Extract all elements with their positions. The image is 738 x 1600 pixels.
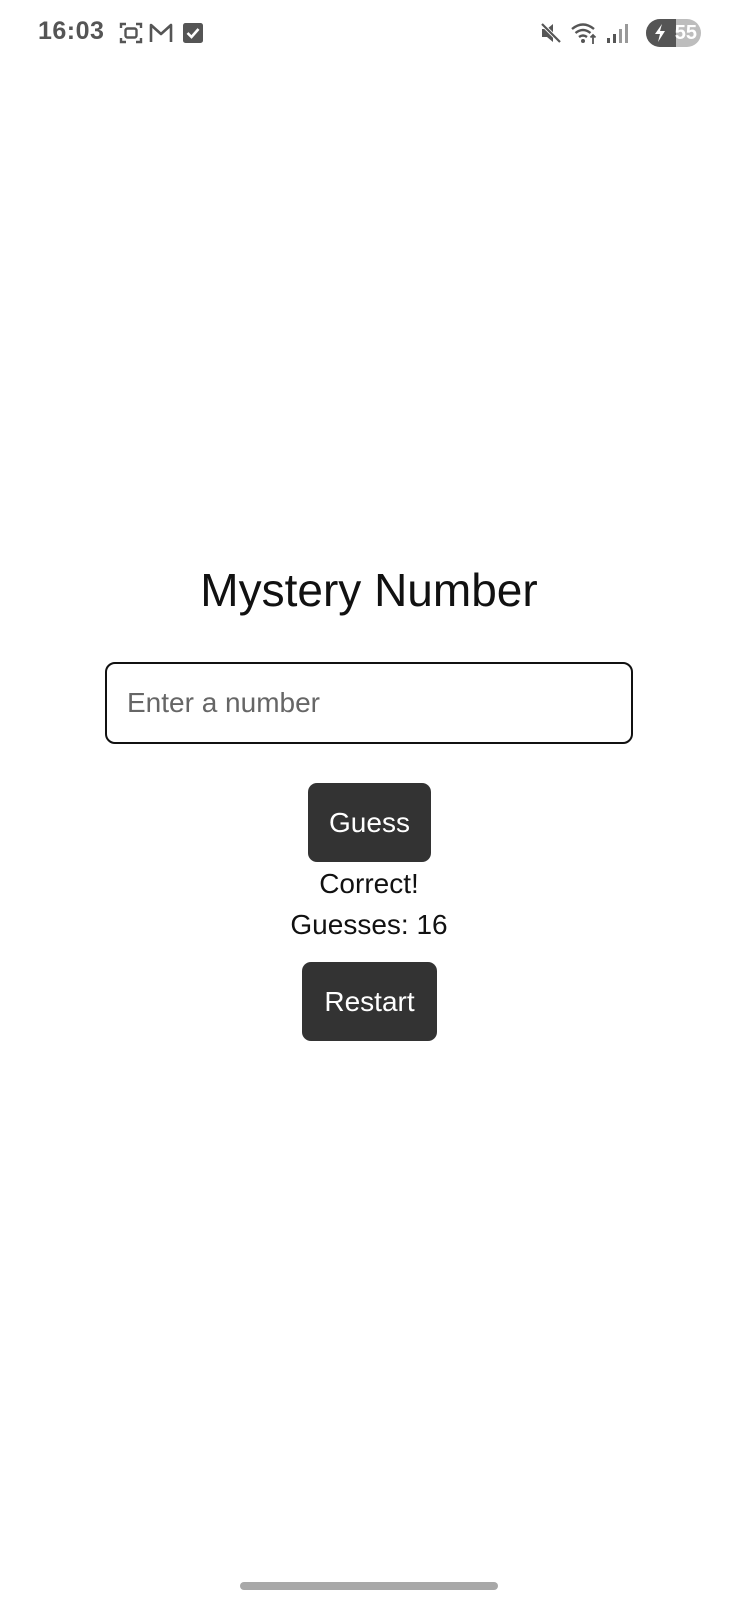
signal-icon (607, 24, 628, 43)
screenshot-icon (119, 22, 143, 44)
wifi-icon (571, 23, 597, 44)
checkbox-icon (183, 23, 203, 43)
status-bar: 16:03 55 (0, 0, 738, 66)
number-input[interactable] (105, 662, 633, 744)
battery-indicator: 55 (646, 19, 701, 47)
page-title: Mystery Number (200, 564, 538, 616)
guess-count: Guesses: 16 (290, 909, 448, 940)
restart-button[interactable]: Restart (302, 962, 437, 1041)
app-screen: 16:03 55 Mystery Number Enter a number G… (0, 0, 738, 1600)
result-message: Correct! (319, 868, 419, 899)
home-indicator[interactable] (240, 1582, 498, 1590)
gmail-icon (149, 23, 173, 42)
status-time: 16:03 (38, 17, 105, 45)
guess-button[interactable]: Guess (308, 783, 431, 862)
battery-level: 55 (674, 22, 697, 44)
mute-icon (540, 22, 562, 44)
